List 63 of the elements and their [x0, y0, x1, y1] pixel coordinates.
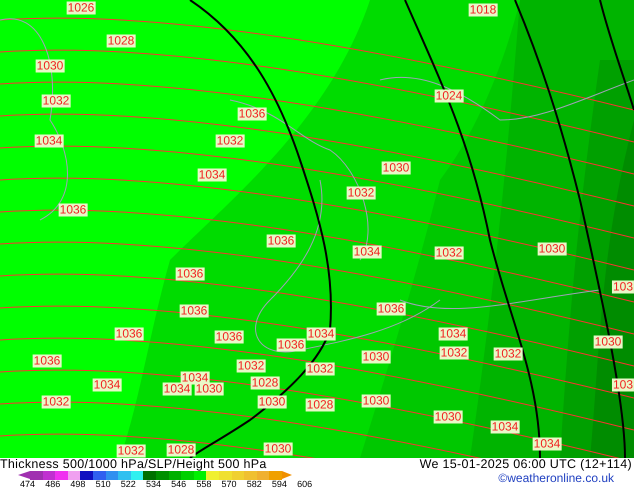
isobar-label: 1036 — [214, 330, 244, 344]
isobar-label: 1034 — [162, 382, 192, 396]
legend-tick-label: 606 — [297, 479, 312, 489]
isobar-label: 1034 — [34, 134, 64, 148]
isobar-label: 1034 — [92, 378, 122, 392]
isobar-label: 1030 — [264, 442, 292, 456]
isobar-label: 1032 — [236, 360, 266, 372]
isobar-label: 1036 — [32, 354, 62, 368]
isobar-label: 1024 — [434, 90, 464, 102]
legend-tick-label: 582 — [246, 479, 262, 489]
isobar-label: 1036 — [176, 268, 204, 280]
legend-tick-label: 474 — [20, 479, 36, 489]
legend-tick-label: 498 — [70, 479, 86, 489]
isobar-label: 1036 — [58, 204, 88, 216]
isobar-label: 1032 — [116, 444, 146, 458]
isobar-label: 1034 — [306, 328, 336, 340]
isobar-label: 1032 — [306, 362, 334, 376]
isobar-label: 1032 — [494, 348, 522, 360]
isobar-label: 1028 — [306, 398, 334, 412]
isobar-label: 1034 — [438, 328, 468, 340]
isobar-label: 1036 — [266, 234, 296, 248]
isobar-label: 1018 — [468, 4, 498, 16]
legend-tick-label: 546 — [171, 479, 186, 489]
legend-tick-label: 486 — [45, 479, 60, 489]
isobar-label: 1030 — [382, 162, 410, 174]
isobar-label: 1030 — [362, 394, 390, 408]
isobar-label: 1030 — [594, 336, 622, 348]
credit-link[interactable]: ©weatheronline.co.uk — [498, 471, 614, 490]
isobar-label: 1028 — [106, 34, 136, 48]
legend-tick-label: 510 — [96, 479, 111, 489]
isobar-label: 1034 — [490, 420, 520, 434]
isobar-label: 1028 — [250, 376, 280, 390]
isobar-label: 1034 — [352, 246, 382, 258]
isobar-label: 103 — [612, 378, 634, 392]
isobar-label: 1036 — [376, 302, 406, 316]
isobar-label: 1030 — [36, 60, 64, 72]
isobar-label: 1032 — [42, 396, 70, 408]
isobar-label: 1032 — [346, 186, 376, 200]
isobar-label: 1028 — [166, 444, 196, 456]
isobar-label: 1030 — [538, 242, 566, 256]
legend-tick-label: 570 — [222, 479, 237, 489]
isobar-label: 1030 — [434, 410, 462, 424]
isobar-label: 1032 — [434, 246, 464, 260]
isobar-label: 1036 — [180, 304, 208, 318]
legend-tick-label: 594 — [272, 479, 287, 489]
valid-time: We 15-01-2025 06:00 UTC (12+114) — [420, 458, 632, 471]
legend-tick-label: 558 — [196, 479, 212, 489]
isobar-label: 103 — [612, 280, 634, 294]
legend-tick-label: 534 — [146, 479, 161, 489]
isobar-label: 1032 — [42, 94, 70, 108]
legend-tick-label: 522 — [120, 479, 136, 489]
isobar-label: 1034 — [198, 168, 226, 182]
isobar-label: 1034 — [532, 438, 562, 450]
isobar-label: 1036 — [114, 328, 144, 340]
isobar-label: 1032 — [440, 346, 468, 360]
isobar-label: 1030 — [258, 396, 286, 408]
isobar-label: 1036 — [276, 338, 306, 352]
isobar-label: 1036 — [238, 108, 266, 120]
isobar-label: 1026 — [66, 2, 96, 14]
isobar-label: 1030 — [194, 382, 224, 396]
chart-title: Thickness 500/1000 hPa/SLP/Height 500 hPa — [0, 458, 267, 471]
isobar-label: 1032 — [216, 134, 244, 148]
isobar-label: 1030 — [362, 350, 390, 364]
